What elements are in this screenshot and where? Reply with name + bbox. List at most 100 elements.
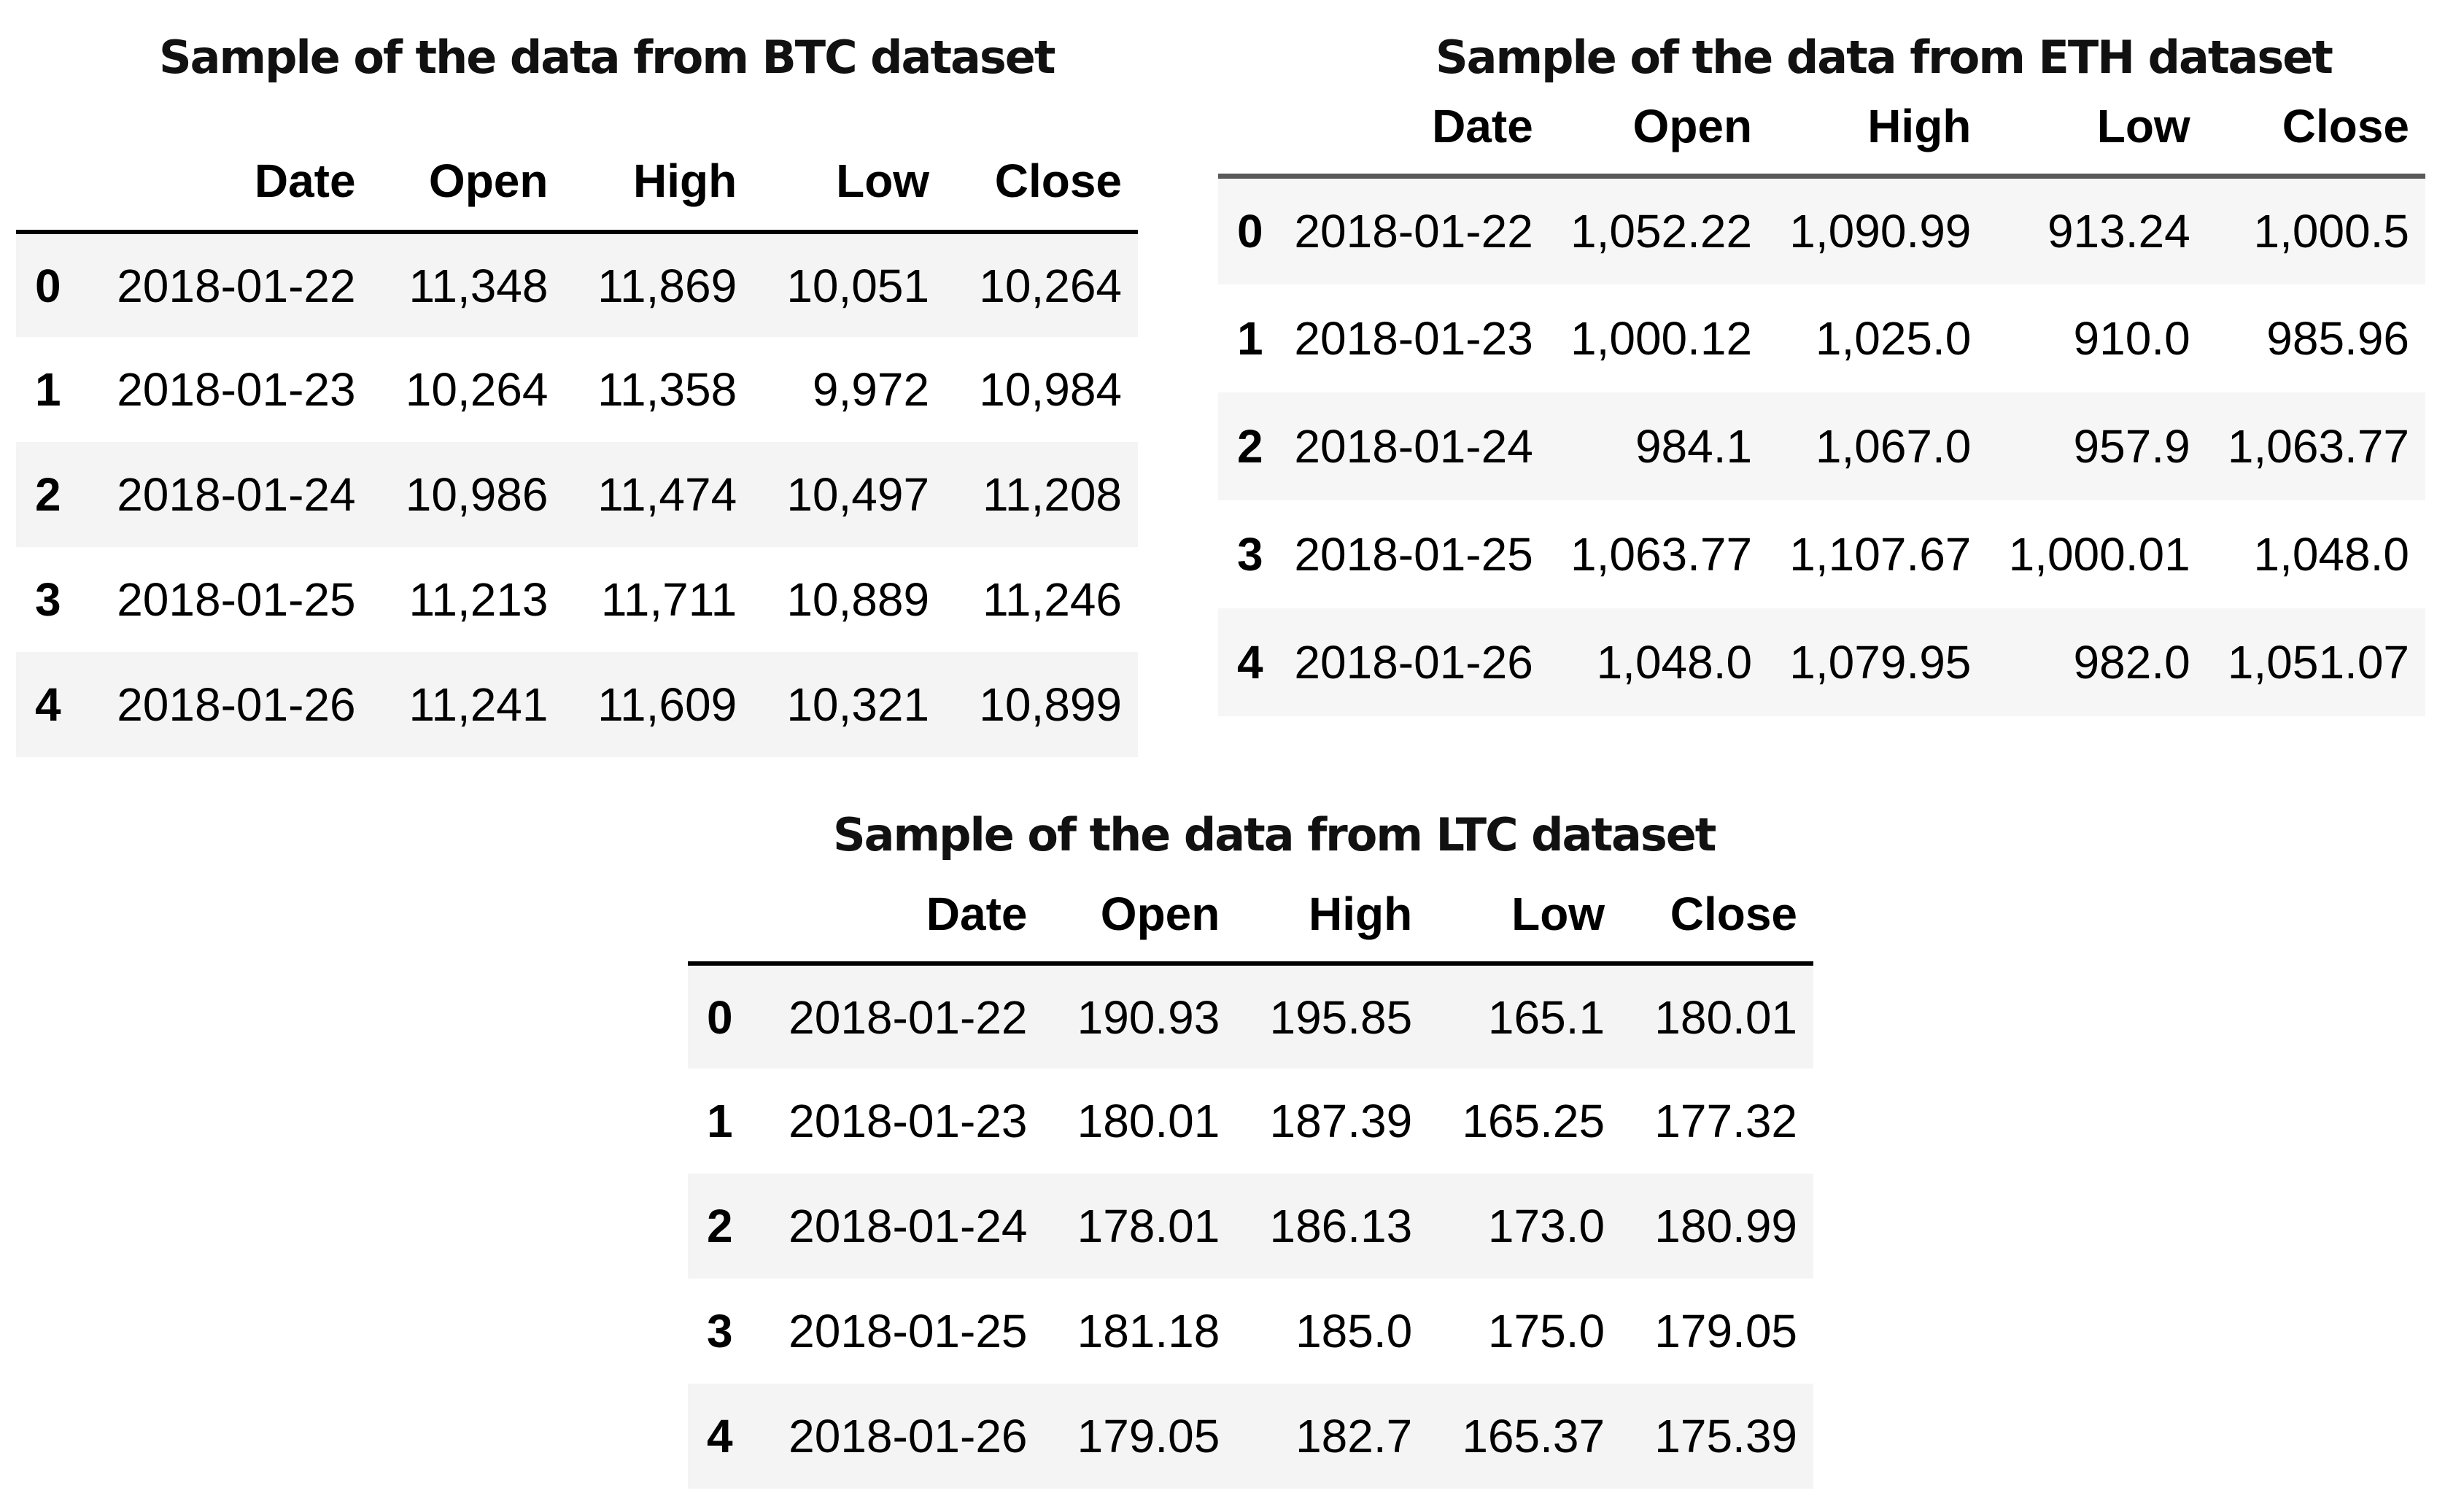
cell-close: 1,000.5 xyxy=(2253,205,2409,258)
cell-low: 173.0 xyxy=(1487,1200,1605,1252)
cell-low: 982.0 xyxy=(2073,635,2190,689)
column-header-open: Open xyxy=(428,155,549,207)
cell-low: 10,497 xyxy=(786,468,930,521)
cell-high: 1,107.67 xyxy=(1789,527,1972,581)
cell-date: 2018-01-24 xyxy=(117,468,356,521)
row-index: 1 xyxy=(707,1095,733,1147)
cell-low: 165.37 xyxy=(1462,1410,1605,1462)
table-row: 0 2018-01-22 190.93 195.85 165.1 180.01 xyxy=(688,964,1813,1069)
eth-table-title: Sample of the data from ETH dataset xyxy=(1436,31,2333,84)
cell-open: 11,241 xyxy=(408,678,549,731)
cell-high: 182.7 xyxy=(1295,1410,1413,1462)
row-index: 0 xyxy=(35,259,61,312)
header-row: Date Open High Low Close xyxy=(688,883,1813,964)
table-row: 3 2018-01-25 181.18 185.0 175.0 179.05 xyxy=(688,1279,1813,1384)
table-row: 3 2018-01-25 11,213 11,711 10,889 11,246 xyxy=(16,547,1138,652)
table-row: 0 2018-01-22 11,348 11,869 10,051 10,264 xyxy=(16,232,1138,337)
cell-low: 9,972 xyxy=(812,363,930,416)
cell-close: 10,899 xyxy=(979,678,1122,731)
cell-high: 11,711 xyxy=(600,573,737,626)
cell-date: 2018-01-26 xyxy=(1294,635,1533,689)
cell-close: 1,051.07 xyxy=(2227,635,2409,689)
cell-open: 1,000.12 xyxy=(1570,311,1753,365)
cell-low: 10,051 xyxy=(786,259,930,312)
cell-date: 2018-01-26 xyxy=(789,1410,1028,1462)
cell-date: 2018-01-22 xyxy=(117,259,356,312)
cell-high: 1,090.99 xyxy=(1789,205,1972,258)
cell-close: 1,063.77 xyxy=(2227,419,2409,473)
cell-high: 186.13 xyxy=(1269,1200,1413,1252)
cell-open: 11,213 xyxy=(408,573,549,626)
cell-date: 2018-01-22 xyxy=(1294,205,1533,258)
column-header-high: High xyxy=(1309,888,1413,940)
ltc-table-title: Sample of the data from LTC dataset xyxy=(833,808,1716,861)
column-header-close: Close xyxy=(994,155,1122,207)
cell-high: 187.39 xyxy=(1269,1095,1413,1147)
row-index: 0 xyxy=(1237,205,1263,258)
cell-low: 175.0 xyxy=(1487,1305,1605,1357)
row-index: 4 xyxy=(1237,635,1263,689)
cell-high: 11,609 xyxy=(597,678,737,731)
btc-table-title: Sample of the data from BTC dataset xyxy=(159,31,1055,84)
cell-high: 1,079.95 xyxy=(1789,635,1972,689)
cell-open: 1,052.22 xyxy=(1570,205,1753,258)
header-row: Date Open High Low Close xyxy=(16,128,1138,232)
cell-date: 2018-01-22 xyxy=(789,990,1028,1044)
cell-date: 2018-01-23 xyxy=(1294,311,1533,365)
cell-open: 1,063.77 xyxy=(1570,527,1753,581)
cell-open: 10,264 xyxy=(405,363,549,416)
table-row: 4 2018-01-26 1,048.0 1,079.95 982.0 1,051.07 xyxy=(1218,608,2425,716)
row-index: 1 xyxy=(1237,311,1263,365)
cell-high: 11,358 xyxy=(597,363,737,416)
table-row: 2 2018-01-24 984.1 1,067.0 957.9 1,063.77 xyxy=(1218,392,2425,500)
cell-close: 177.32 xyxy=(1654,1095,1797,1147)
cell-date: 2018-01-23 xyxy=(789,1095,1028,1147)
row-index: 0 xyxy=(707,990,733,1044)
column-header-high: High xyxy=(632,155,737,207)
cell-close: 11,246 xyxy=(983,573,1122,626)
column-header-low: Low xyxy=(836,155,930,207)
row-index: 2 xyxy=(35,468,61,521)
cell-open: 984.1 xyxy=(1635,419,1753,473)
table-row: 2 2018-01-24 178.01 186.13 173.0 180.99 xyxy=(688,1174,1813,1279)
cell-open: 1,048.0 xyxy=(1596,635,1753,689)
row-index: 3 xyxy=(707,1305,733,1357)
table-row: 1 2018-01-23 10,264 11,358 9,972 10,984 xyxy=(16,337,1138,442)
cell-open: 180.01 xyxy=(1077,1095,1220,1147)
column-header-close: Close xyxy=(1670,888,1797,940)
cell-low: 1,000.01 xyxy=(2008,527,2190,581)
table-row: 0 2018-01-22 1,052.22 1,090.99 913.24 1,000.5 xyxy=(1218,176,2425,284)
cell-open: 181.18 xyxy=(1077,1305,1220,1357)
column-header-date: Date xyxy=(254,155,356,207)
cell-low: 165.1 xyxy=(1487,990,1605,1044)
cell-high: 185.0 xyxy=(1295,1305,1413,1357)
index-header xyxy=(688,883,745,964)
cell-open: 11,348 xyxy=(408,259,549,312)
column-header-close: Close xyxy=(2282,100,2409,152)
cell-high: 11,869 xyxy=(597,259,737,312)
cell-high: 195.85 xyxy=(1269,990,1413,1044)
row-index: 3 xyxy=(1237,527,1263,581)
cell-high: 11,474 xyxy=(597,468,737,521)
column-header-open: Open xyxy=(1632,100,1753,152)
cell-date: 2018-01-26 xyxy=(117,678,356,731)
cell-date: 2018-01-25 xyxy=(1294,527,1533,581)
index-header xyxy=(1218,95,1271,177)
row-index: 4 xyxy=(35,678,61,731)
cell-low: 910.0 xyxy=(2073,311,2190,365)
cell-close: 179.05 xyxy=(1654,1305,1797,1357)
cell-low: 10,889 xyxy=(786,573,930,626)
btc-data-table: Date Open High Low Close 0 2018-01-22 11,348 11,… xyxy=(16,128,1138,757)
row-index: 4 xyxy=(707,1410,733,1462)
column-header-date: Date xyxy=(926,888,1028,940)
cell-date: 2018-01-23 xyxy=(117,363,356,416)
cell-low: 957.9 xyxy=(2073,419,2190,473)
cell-close: 11,208 xyxy=(983,468,1122,521)
table-row: 2 2018-01-24 10,986 11,474 10,497 11,208 xyxy=(16,442,1138,547)
header-row: Date Open High Low Close xyxy=(1218,95,2425,177)
cell-open: 190.93 xyxy=(1077,990,1220,1044)
table-row: 4 2018-01-26 179.05 182.7 165.37 175.39 xyxy=(688,1384,1813,1489)
column-header-low: Low xyxy=(1511,888,1605,940)
column-header-open: Open xyxy=(1100,888,1220,940)
row-index: 1 xyxy=(35,363,61,416)
